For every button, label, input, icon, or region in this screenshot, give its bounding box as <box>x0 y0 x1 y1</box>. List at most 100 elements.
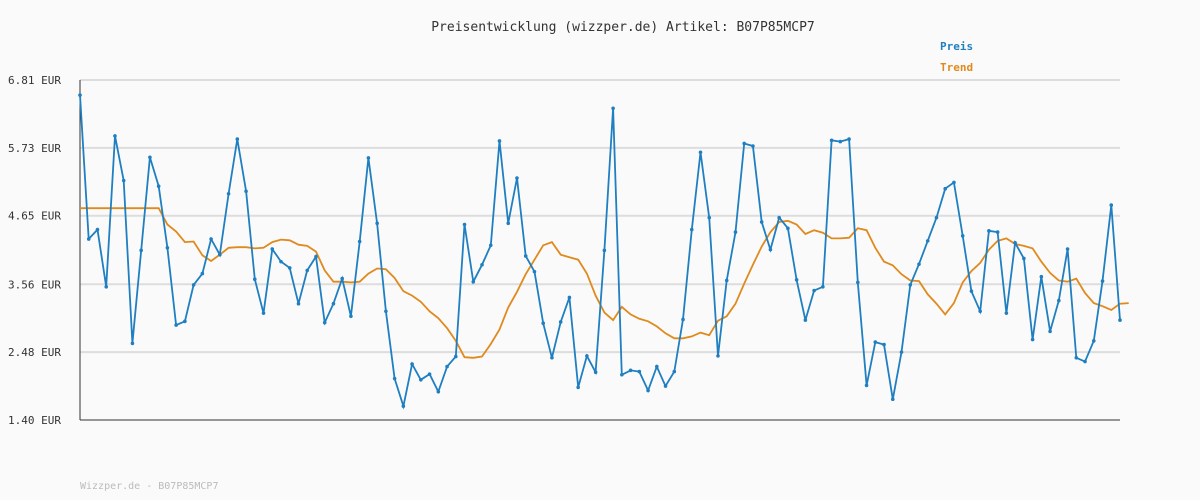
preis-point <box>270 247 275 251</box>
preis-point <box>130 341 135 346</box>
preis-point <box>200 271 205 276</box>
preis-point <box>558 320 563 324</box>
preis-point <box>576 385 580 390</box>
preis-point <box>1048 329 1052 334</box>
preis-point <box>261 311 266 315</box>
preis-point <box>838 139 843 144</box>
preis-point <box>95 227 100 232</box>
y-tick-label: 5.73 EUR <box>8 142 61 155</box>
preis-point <box>419 377 423 382</box>
preis-point <box>847 137 851 141</box>
preis-point <box>523 254 528 258</box>
preis-point <box>707 215 712 220</box>
preis-point <box>226 191 231 196</box>
preis-point <box>672 369 677 374</box>
preis-point <box>917 262 921 266</box>
preis-point <box>1118 318 1122 322</box>
preis-point <box>987 229 991 233</box>
preis-point <box>593 370 598 375</box>
y-tick-label: 2.48 EUR <box>8 346 61 359</box>
preis-point <box>139 248 143 253</box>
preis-point <box>78 93 82 97</box>
preis-point <box>733 230 738 234</box>
preis-point <box>995 230 1000 234</box>
preis-point <box>322 320 327 325</box>
preis-point <box>821 284 825 289</box>
preis-point <box>1004 311 1009 315</box>
preis-point <box>86 237 91 241</box>
preis-point <box>515 176 519 180</box>
preis-point <box>427 372 432 376</box>
preis-point <box>331 301 336 306</box>
preis-point <box>1022 256 1026 261</box>
preis-point <box>541 321 545 326</box>
preis-point <box>724 278 729 283</box>
preis-point <box>375 221 379 226</box>
preis-point <box>349 314 353 319</box>
preis-point <box>305 268 310 273</box>
preis-point <box>445 364 449 369</box>
preis-point <box>777 215 781 220</box>
preis-point <box>585 354 589 358</box>
preis-point <box>113 134 117 138</box>
preis-point <box>856 280 860 285</box>
preis-point <box>786 226 790 231</box>
preis-point <box>410 362 414 366</box>
y-tick-label: 6.81 EUR <box>8 74 61 87</box>
preis-point <box>279 259 283 264</box>
preis-point <box>156 184 161 189</box>
preis-point <box>480 262 484 267</box>
preis-point <box>235 137 240 141</box>
preis-point <box>296 301 301 306</box>
preis-point <box>218 252 222 257</box>
preis-point <box>357 239 362 244</box>
preis-point <box>698 150 703 155</box>
preis-point <box>532 269 537 274</box>
preis-point <box>174 323 178 327</box>
preis-point <box>497 139 502 143</box>
preis-point <box>620 372 624 377</box>
preis-point <box>803 318 808 322</box>
preis-point <box>287 266 292 270</box>
preis-point <box>663 384 668 388</box>
preis-point <box>943 186 948 191</box>
preis-point <box>689 227 694 232</box>
preis-point <box>899 350 904 354</box>
preis-point <box>637 369 642 374</box>
preis-point <box>1091 339 1096 343</box>
preis-point <box>882 342 886 347</box>
preis-point <box>602 248 607 253</box>
preis-point <box>925 239 930 243</box>
preis-point <box>908 283 913 287</box>
preis-point <box>209 237 213 241</box>
preis-point <box>611 106 615 111</box>
preis-point <box>873 340 878 344</box>
price-chart: 6.81 EUR 5.73 EUR 4.65 EUR 3.56 EUR 2.48 EUR… <box>8 74 1129 427</box>
preis-point <box>794 278 799 282</box>
preis-point <box>1083 359 1087 364</box>
preis-point <box>1013 240 1017 245</box>
y-tick-label: 3.56 EUR <box>8 278 61 291</box>
preis-point <box>742 141 747 146</box>
preis-point <box>401 404 406 408</box>
preis-point <box>812 288 816 293</box>
preis-point <box>550 355 554 360</box>
preis-point <box>340 276 344 281</box>
preis-point <box>1100 279 1105 283</box>
preis-point <box>314 254 318 259</box>
preis-point <box>646 388 650 393</box>
preis-point <box>506 221 511 226</box>
preis-point <box>1065 247 1070 251</box>
y-tick-label: 4.65 EUR <box>8 210 61 223</box>
preis-point <box>436 389 441 394</box>
preis-point <box>934 215 939 220</box>
preis-point <box>148 155 152 160</box>
preis-point <box>165 246 170 250</box>
preis-point <box>384 309 388 314</box>
preis-point <box>453 354 458 359</box>
preis-point <box>1039 274 1044 279</box>
preis-point <box>488 243 493 248</box>
preis-point <box>567 295 572 300</box>
preis-point <box>978 309 982 314</box>
preis-point <box>969 289 974 293</box>
